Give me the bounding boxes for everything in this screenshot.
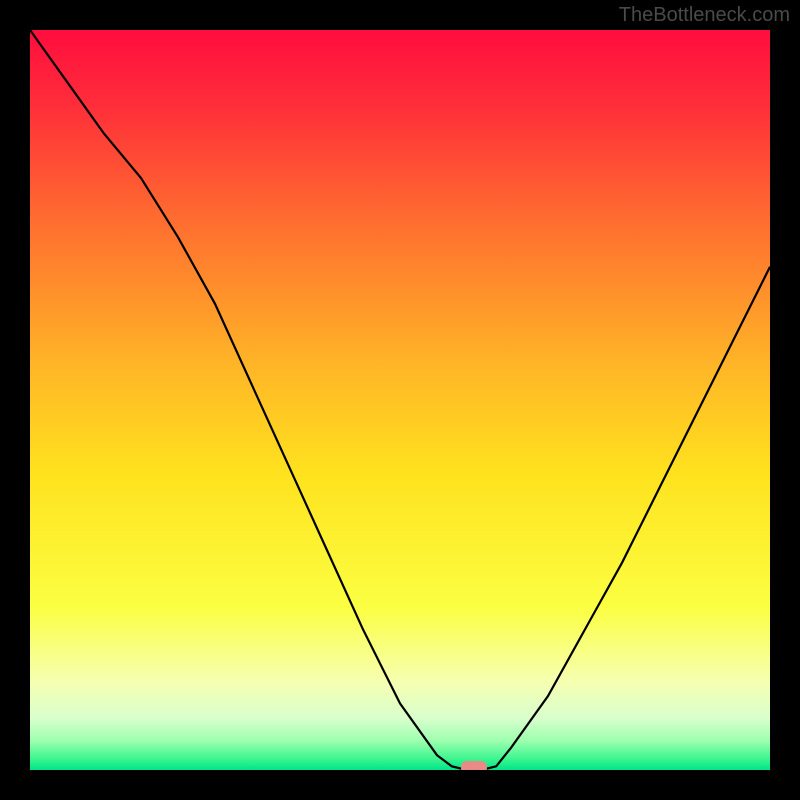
- optimal-marker: [461, 761, 487, 770]
- gradient-background: [30, 30, 770, 770]
- chart-svg: [30, 30, 770, 770]
- bottleneck-chart: [30, 30, 770, 770]
- watermark-label: TheBottleneck.com: [619, 4, 790, 27]
